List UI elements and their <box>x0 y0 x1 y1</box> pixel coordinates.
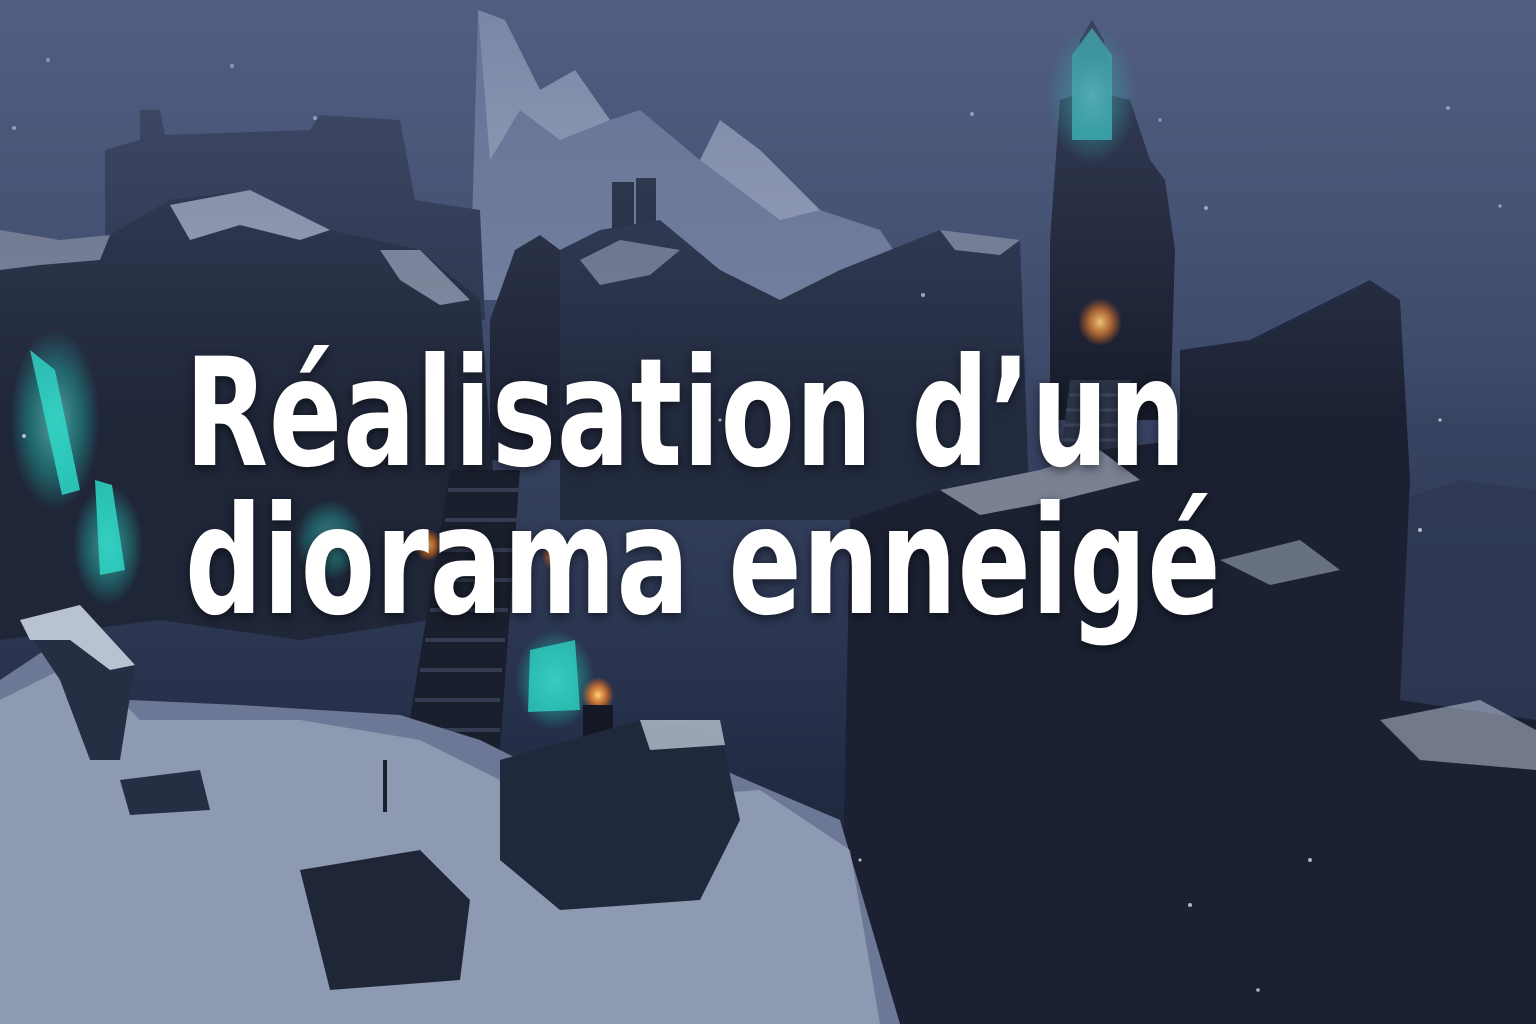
snowy-diorama-scene: Réalisation d’un diorama enneigé <box>0 0 1536 1024</box>
title-line-1: Réalisation d’un <box>185 327 1187 501</box>
page-title: Réalisation d’un diorama enneigé <box>185 327 1222 649</box>
title-line-2: diorama enneigé <box>185 475 1222 649</box>
right-ridge <box>1400 480 1536 720</box>
